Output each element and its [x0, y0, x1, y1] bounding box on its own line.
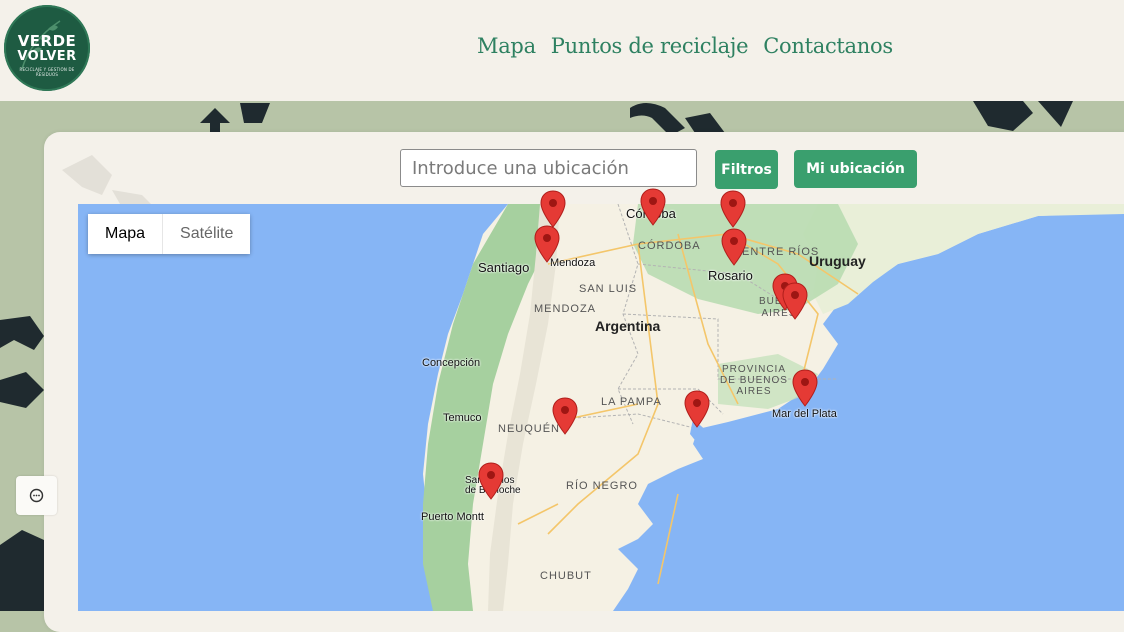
chat-button[interactable]: [16, 476, 57, 515]
main-nav: Mapa Puntos de reciclaje Contactanos: [477, 34, 893, 58]
map-label-neuquen: NEUQUÉN: [498, 423, 561, 435]
map-label-santiago: Santiago: [478, 260, 530, 275]
map-label-buenos-aires-province: PROVINCIA DE BUENOS AIRES: [720, 364, 788, 397]
map-type-satelite-button[interactable]: Satélite: [162, 214, 251, 254]
site-header: VERDE VOLVER RECICLAJE Y GESTIÓN DE RESI…: [0, 0, 1124, 101]
recycle-icon: [973, 101, 1073, 131]
map-marker-san-juan[interactable]: [540, 190, 566, 228]
map-label-puerto-montt: Puerto Montt: [421, 511, 484, 523]
map-label-san-luis: SAN LUIS: [579, 283, 638, 295]
recycle-icon: [0, 530, 44, 611]
map-marker-rosario[interactable]: [721, 228, 747, 266]
map-label-cordoba-province: CÓRDOBA: [638, 240, 701, 252]
logo-title-line2: VOLVER: [17, 49, 77, 64]
logo-title-line1: VERDE: [17, 32, 77, 50]
map-label-argentina: Argentina: [595, 318, 661, 334]
filters-button[interactable]: Filtros: [715, 150, 778, 189]
recycle-icon: [630, 103, 725, 136]
map-marker-bariloche[interactable]: [478, 462, 504, 500]
map-marker-mar-del-plata[interactable]: [792, 369, 818, 407]
map-label-mar-del-plata: Mar del Plata: [772, 408, 837, 420]
map-marker-bahia-blanca[interactable]: [684, 390, 710, 428]
map-marker-buenos-aires-2[interactable]: [782, 282, 808, 320]
map-label-entre-rios: ENTRE RÍOS: [742, 246, 820, 258]
recycling-map[interactable]: Argentina Uruguay Santiago Mendoza Córdo…: [78, 204, 1124, 611]
nav-link-contactanos[interactable]: Contactanos: [763, 34, 893, 58]
map-marker-mendoza[interactable]: [534, 225, 560, 263]
my-location-button[interactable]: Mi ubicación: [794, 150, 917, 188]
nav-link-puntos-de-reciclaje[interactable]: Puntos de reciclaje: [551, 34, 749, 58]
map-marker-santa-fe[interactable]: [720, 190, 746, 228]
map-label-concepcion: Concepción: [422, 357, 481, 369]
verde-volver-logo[interactable]: VERDE VOLVER RECICLAJE Y GESTIÓN DE RESI…: [4, 5, 90, 91]
recycle-icon: [200, 103, 270, 136]
map-type-mapa-button[interactable]: Mapa: [88, 214, 163, 254]
map-label-temuco: Temuco: [443, 412, 482, 424]
map-label-rio-negro: RÍO NEGRO: [566, 480, 638, 492]
nav-link-mapa[interactable]: Mapa: [477, 34, 536, 58]
location-search-input[interactable]: [400, 149, 697, 187]
logo-tagline: RECICLAJE Y GESTIÓN DE RESIDUOS: [19, 67, 75, 77]
map-label-mendoza-province: MENDOZA: [534, 303, 596, 315]
map-label-la-pampa: LA PAMPA: [601, 396, 662, 408]
chat-bubble-icon: [29, 488, 44, 503]
recycle-icon: [0, 316, 44, 408]
map-marker-neuquen[interactable]: [552, 397, 578, 435]
map-type-control: Mapa Satélite: [88, 214, 251, 254]
map-label-chubut: CHUBUT: [540, 570, 592, 582]
map-label-rosario: Rosario: [708, 268, 753, 283]
map-marker-cordoba[interactable]: [640, 188, 666, 226]
